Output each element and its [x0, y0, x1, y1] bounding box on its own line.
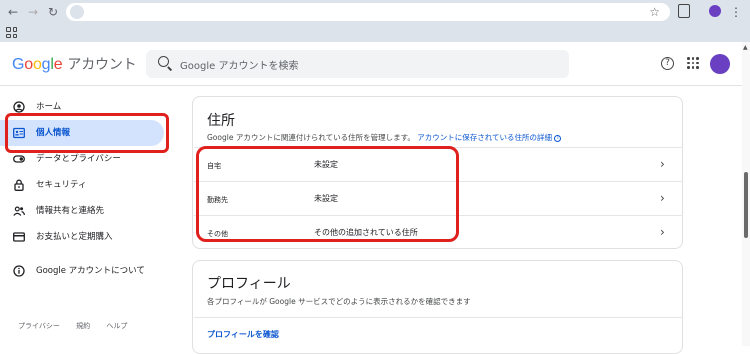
toggle-icon: [13, 155, 25, 163]
forward-arrow-icon[interactable]: →: [24, 3, 42, 21]
sidebar-item-data-privacy[interactable]: データとプライバシー: [0, 146, 176, 172]
view-profile-link[interactable]: プロフィールを確認: [207, 329, 279, 340]
home-icon: [13, 101, 25, 113]
bookmark-star-icon[interactable]: ☆: [649, 3, 660, 21]
product-name: アカウント: [67, 57, 137, 73]
lock-icon: [14, 179, 24, 191]
site-info-icon[interactable]: [70, 5, 84, 19]
apps-shortcut-icon[interactable]: [6, 27, 17, 38]
privacy-link[interactable]: プライバシー: [18, 322, 60, 330]
bookmark-bar: [0, 24, 750, 42]
sidebar-item-label: お支払いと定期購入: [36, 232, 113, 242]
address-rows-highlight-box: [196, 146, 459, 242]
browser-toolbar: ← → ↻ ☆ ⋮: [0, 0, 750, 24]
sidebar-item-label: 情報共有と連絡先: [36, 206, 105, 216]
sidebar-item-label: セキュリティ: [36, 180, 87, 190]
sidebar-item-payments[interactable]: お支払いと定期購入: [0, 224, 176, 250]
chevron-right-icon: ›: [660, 191, 665, 205]
people-icon: [13, 206, 25, 216]
scroll-thumb[interactable]: [744, 172, 748, 238]
info-icon: [13, 265, 25, 277]
search-input[interactable]: Google アカウントを検索: [146, 50, 569, 78]
reload-icon[interactable]: ↻: [44, 3, 62, 21]
credit-card-icon: [13, 232, 25, 242]
footer-links: プライバシー 規約 ヘルプ: [18, 321, 141, 331]
address-bar[interactable]: ☆: [66, 3, 670, 21]
sidebar-item-label: データとプライバシー: [36, 154, 121, 164]
google-apps-icon[interactable]: [687, 57, 699, 69]
info-circle-icon: i: [554, 134, 562, 142]
address-card-title: 住所: [207, 113, 235, 129]
help-link[interactable]: ヘルプ: [106, 322, 127, 330]
profile-card-description: 各プロフィールが Google サービスでどのように表示されるかを確認できます: [207, 297, 471, 306]
page-scrollbar[interactable]: ▲: [742, 42, 750, 346]
chevron-right-icon: ›: [660, 157, 665, 171]
search-placeholder: Google アカウントを検索: [180, 61, 299, 72]
address-card-description: Google アカウントに関連付けられている住所を管理します。 アカウントに保存…: [207, 132, 562, 143]
sidebar-item-sharing[interactable]: 情報共有と連絡先: [0, 198, 176, 224]
extensions-icon[interactable]: [678, 4, 690, 18]
sidebar-item-label: ホーム: [36, 102, 62, 112]
back-arrow-icon[interactable]: ←: [4, 3, 22, 21]
divider: [194, 317, 683, 318]
sidebar-item-label: Google アカウントについて: [36, 266, 145, 276]
sidebar-item-security[interactable]: セキュリティ: [0, 172, 176, 198]
chevron-right-icon: ›: [660, 225, 665, 239]
profile-card: プロフィール 各プロフィールが Google サービスでどのように表示されるかを…: [192, 260, 683, 354]
scroll-up-icon[interactable]: ▲: [743, 44, 748, 51]
profile-card-title: プロフィール: [207, 276, 291, 292]
google-account-logo[interactable]: Google アカウント: [12, 54, 137, 74]
sidebar-item-about[interactable]: Google アカウントについて: [0, 258, 176, 284]
account-avatar[interactable]: [710, 54, 730, 74]
browser-profile-avatar[interactable]: [709, 5, 721, 17]
terms-link[interactable]: 規約: [76, 322, 90, 330]
search-icon[interactable]: [158, 56, 169, 67]
help-icon[interactable]: ?: [661, 57, 674, 70]
address-details-link[interactable]: アカウントに保存されている住所の詳細 i: [417, 133, 562, 142]
account-header: Google アカウント Google アカウントを検索 ?: [0, 42, 742, 86]
browser-menu-icon[interactable]: ⋮: [730, 3, 742, 21]
